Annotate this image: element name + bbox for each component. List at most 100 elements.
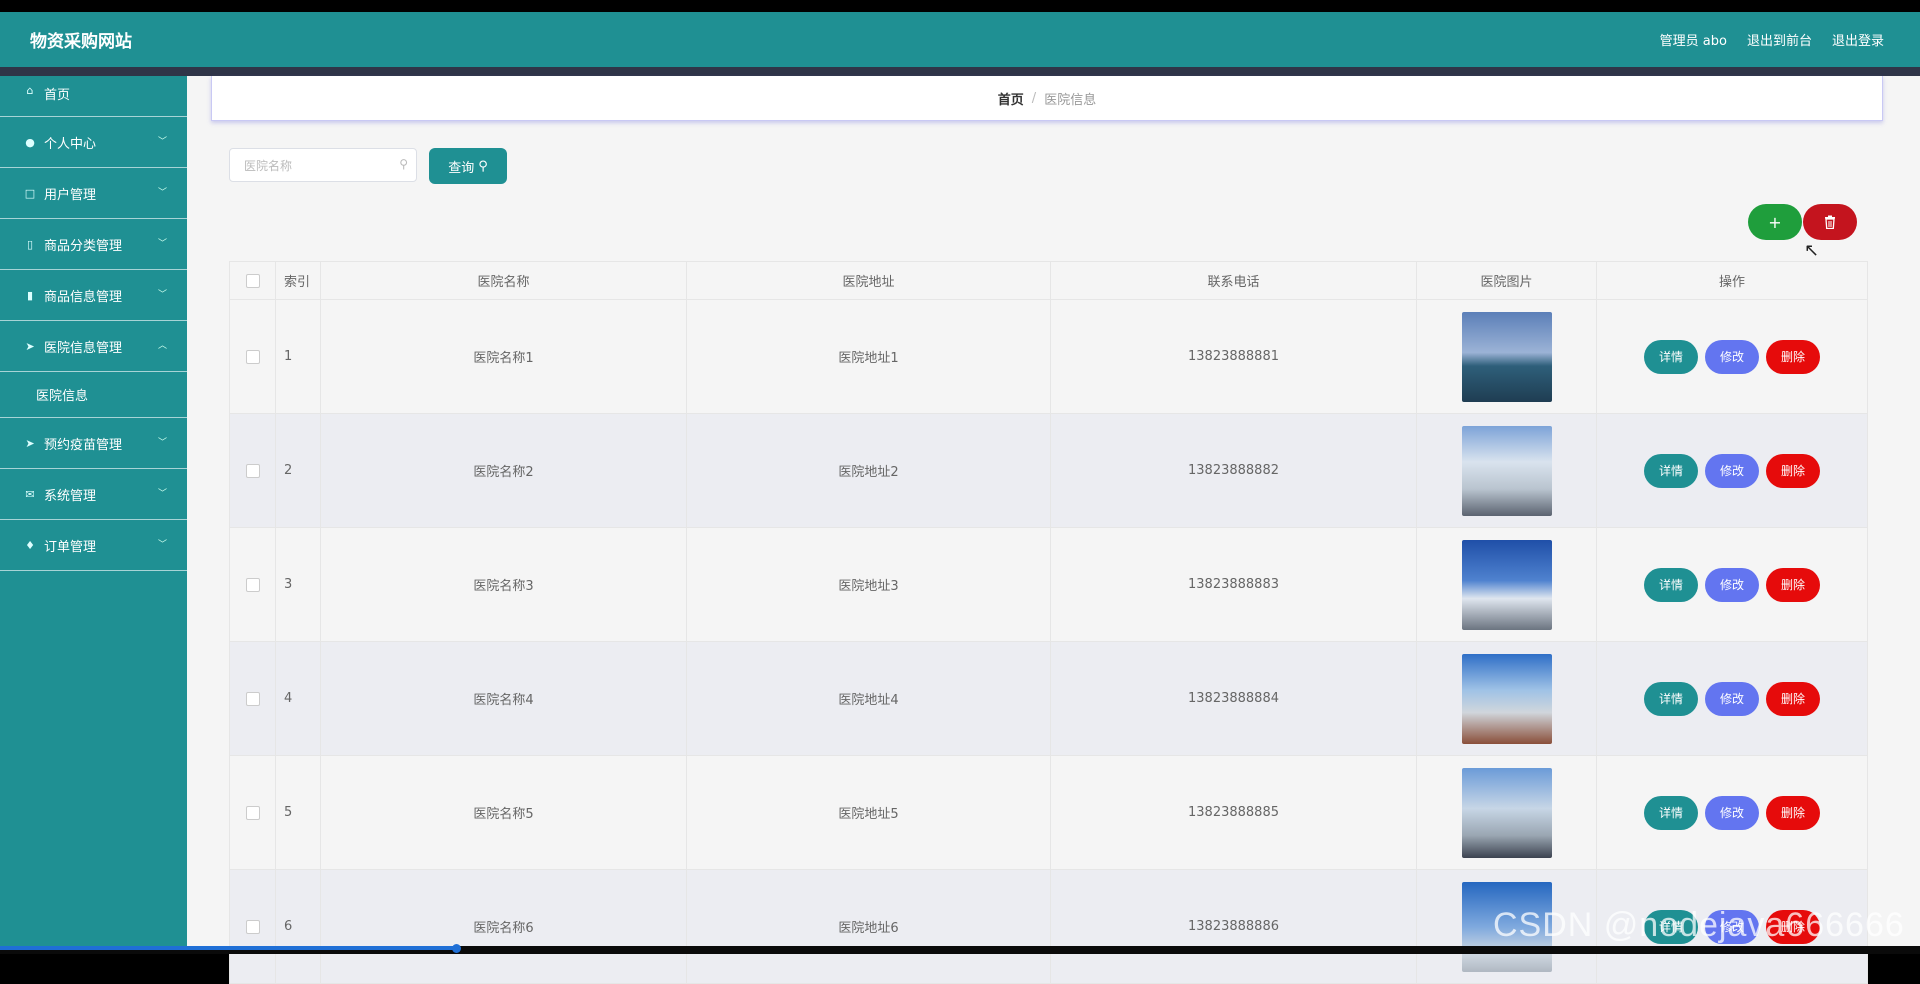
main-content: 首页 / 医院信息 ⚲ 查询 ⚲ + ↖ 索引 医院名称 医院地址 联系电话 医… <box>187 76 1920 984</box>
row-index: 5 <box>276 756 321 870</box>
select-all-checkbox[interactable] <box>245 273 260 288</box>
logout-link[interactable]: 退出登录 <box>1832 30 1884 49</box>
delete-button[interactable]: 删除 <box>1766 909 1820 944</box>
hospital-image[interactable] <box>1461 767 1552 858</box>
hospital-image-cell <box>1417 870 1597 984</box>
detail-button[interactable]: 详情 <box>1644 567 1698 602</box>
edit-button[interactable]: 修改 <box>1705 567 1759 602</box>
header-divider <box>0 67 1920 76</box>
hospital-address: 医院地址4 <box>687 642 1051 756</box>
row-checkbox[interactable] <box>245 805 260 820</box>
edit-button[interactable]: 修改 <box>1705 339 1759 374</box>
hospital-image-cell <box>1417 528 1597 642</box>
sidebar-item-home[interactable]: ⌂ 首页 <box>0 76 187 117</box>
chevron-down-icon: ﹀ <box>157 137 167 148</box>
row-checkbox-cell <box>230 642 276 756</box>
sidebar-item-users[interactable]: □ 用户管理 ﹀ <box>0 168 187 219</box>
scrollbar-handle[interactable] <box>452 944 461 953</box>
sidebar-item-label: 商品信息管理 <box>44 289 123 305</box>
category-icon: ▯ <box>26 237 34 251</box>
chevron-down-icon: ﹀ <box>157 540 167 551</box>
chevron-down-icon: ﹀ <box>157 239 167 250</box>
row-checkbox[interactable] <box>245 577 260 592</box>
table-row: 4 医院名称4 医院地址4 13823888884 详情 修改 删除 <box>230 642 1868 756</box>
plus-icon: + <box>1768 212 1782 232</box>
hospital-name: 医院名称1 <box>321 300 687 414</box>
hospital-address: 医院地址1 <box>687 300 1051 414</box>
users-icon: □ <box>24 186 36 200</box>
row-checkbox[interactable] <box>245 463 260 478</box>
delete-button[interactable]: 删除 <box>1766 453 1820 488</box>
detail-button[interactable]: 详情 <box>1644 909 1698 944</box>
sidebar-item-label: 用户管理 <box>44 187 97 203</box>
row-index: 3 <box>276 528 321 642</box>
hospital-phone: 13823888886 <box>1051 870 1417 984</box>
hospital-name: 医院名称2 <box>321 414 687 528</box>
scrollbar-thumb[interactable] <box>0 946 455 950</box>
admin-user-label: 管理员 abo <box>1659 34 1727 49</box>
header-checkbox-cell <box>230 262 276 300</box>
horizontal-scrollbar[interactable] <box>0 944 1920 954</box>
column-header: 索引 <box>276 262 321 300</box>
row-checkbox-cell <box>230 528 276 642</box>
sidebar-item-vaccine[interactable]: ➤ 预约疫苗管理 ﹀ <box>0 418 187 469</box>
exit-to-front-link[interactable]: 退出到前台 <box>1747 30 1812 49</box>
detail-button[interactable]: 详情 <box>1644 795 1698 830</box>
hospital-address: 医院地址5 <box>687 756 1051 870</box>
column-header: 医院地址 <box>687 262 1051 300</box>
hospital-image-cell <box>1417 642 1597 756</box>
row-checkbox[interactable] <box>245 691 260 706</box>
column-header: 医院图片 <box>1417 262 1597 300</box>
sidebar-item-profile[interactable]: ● 个人中心 ﹀ <box>0 117 187 168</box>
search-input[interactable] <box>230 149 396 183</box>
sidebar-item-category[interactable]: ▯ 商品分类管理 ﹀ <box>0 219 187 270</box>
edit-button[interactable]: 修改 <box>1705 453 1759 488</box>
query-button-label: 查询 <box>448 160 475 176</box>
sidebar-item-orders[interactable]: ♦ 订单管理 ﹀ <box>0 520 187 571</box>
hospital-image[interactable] <box>1461 425 1552 516</box>
column-header: 医院名称 <box>321 262 687 300</box>
edit-button[interactable]: 修改 <box>1705 795 1759 830</box>
detail-button[interactable]: 详情 <box>1644 453 1698 488</box>
sidebar-item-system[interactable]: ✉ 系统管理 ﹀ <box>0 469 187 520</box>
query-button[interactable]: 查询 ⚲ <box>429 148 507 184</box>
sidebar-subitem-hospital-info[interactable]: 医院信息 <box>0 372 187 418</box>
edit-button[interactable]: 修改 <box>1705 909 1759 944</box>
search-box: ⚲ <box>229 148 417 183</box>
edit-button[interactable]: 修改 <box>1705 681 1759 716</box>
hospital-phone: 13823888884 <box>1051 642 1417 756</box>
detail-button[interactable]: 详情 <box>1644 681 1698 716</box>
chevron-up-icon: ︿ <box>157 341 167 352</box>
hospital-image[interactable] <box>1461 653 1552 744</box>
delete-button[interactable]: 删除 <box>1766 339 1820 374</box>
delete-button[interactable]: 删除 <box>1766 681 1820 716</box>
send-icon: ➤ <box>25 436 35 450</box>
sidebar-item-hospital[interactable]: ➤ 医院信息管理 ︿ <box>0 321 187 372</box>
row-index: 2 <box>276 414 321 528</box>
row-checkbox[interactable] <box>245 349 260 364</box>
hospital-table: 索引 医院名称 医院地址 联系电话 医院图片 操作 1 医院名称1 医院地址1 138… <box>229 261 1868 984</box>
row-checkbox-cell <box>230 414 276 528</box>
batch-delete-button[interactable] <box>1803 204 1857 240</box>
hospital-name: 医院名称4 <box>321 642 687 756</box>
hospital-address: 医院地址6 <box>687 870 1051 984</box>
goods-icon: ▮ <box>26 288 34 302</box>
hospital-image[interactable] <box>1461 539 1552 630</box>
row-index: 6 <box>276 870 321 984</box>
row-checkbox[interactable] <box>245 919 260 934</box>
detail-button[interactable]: 详情 <box>1644 339 1698 374</box>
breadcrumb-home[interactable]: 首页 <box>998 89 1024 108</box>
hospital-image[interactable] <box>1461 881 1552 972</box>
add-button[interactable]: + <box>1748 204 1802 240</box>
breadcrumb-current: 医院信息 <box>1044 92 1097 108</box>
mail-icon: ✉ <box>25 487 35 501</box>
hospital-image[interactable] <box>1461 311 1552 402</box>
table-row: 2 医院名称2 医院地址2 13823888882 详情 修改 删除 <box>230 414 1868 528</box>
user-icon: ● <box>25 135 35 149</box>
sidebar-subitem-label: 医院信息 <box>36 389 89 404</box>
table-row: 1 医院名称1 医院地址1 13823888881 详情 修改 删除 <box>230 300 1868 414</box>
site-title: 物资采购网站 <box>30 32 132 52</box>
sidebar-item-goods[interactable]: ▮ 商品信息管理 ﹀ <box>0 270 187 321</box>
delete-button[interactable]: 删除 <box>1766 567 1820 602</box>
delete-button[interactable]: 删除 <box>1766 795 1820 830</box>
